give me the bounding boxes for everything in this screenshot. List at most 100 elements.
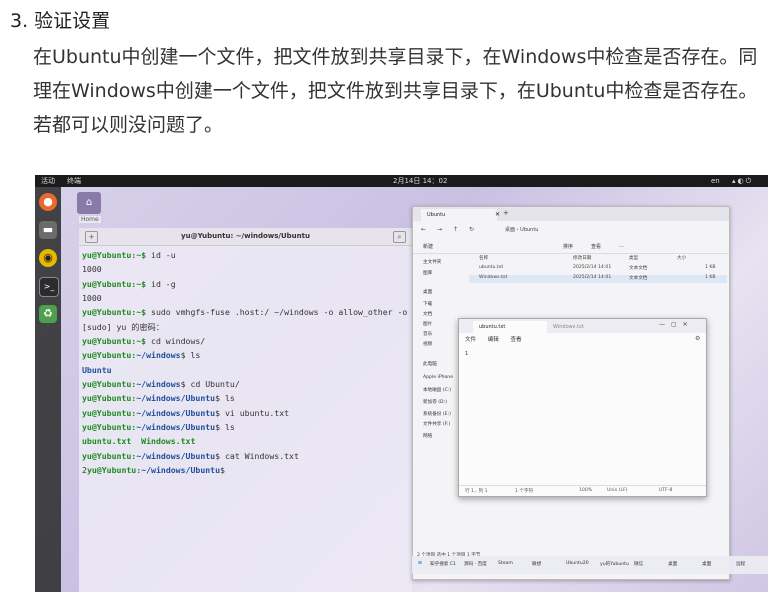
sidebar-item[interactable]: Apple iPhone bbox=[423, 375, 453, 380]
col-size[interactable]: 大小 bbox=[677, 255, 686, 261]
terminal-icon[interactable]: >_ bbox=[39, 277, 59, 297]
sidebar-item[interactable]: 本地磁盘 (C:) bbox=[423, 387, 451, 393]
terminal-window[interactable]: + yu@Yubuntu: ~/windows/Ubuntu ⌕ yu@Yubu… bbox=[79, 228, 412, 592]
terminal-segment: ~/windows/Ubuntu bbox=[136, 393, 216, 404]
notepad-window[interactable]: ubuntu.txt Windows.txt —▢✕ 文件 编辑 查看 ⚙ 1 … bbox=[458, 318, 707, 497]
taskbar-item[interactable]: 知乎搜索 C1 bbox=[430, 561, 456, 567]
sidebar-item[interactable]: 系统备份 (E:) bbox=[423, 411, 451, 417]
taskbar-item[interactable]: 桌面 bbox=[702, 561, 711, 567]
terminal-line: yu@Yubuntu:~$ id -u bbox=[82, 248, 412, 262]
view-button[interactable]: 查看 bbox=[591, 243, 601, 250]
notepad-tab[interactable]: Windows.txt bbox=[553, 321, 584, 333]
refresh-icon[interactable]: ↻ bbox=[469, 226, 474, 233]
system-tray-icons[interactable]: ▴◐⏻ bbox=[732, 175, 753, 187]
taskbar-item[interactable]: Ubuntu20 bbox=[566, 561, 589, 566]
explorer-nav: ← → ↑ ↻ 桌面 › Ubuntu bbox=[413, 223, 729, 237]
step-title: 3. 验证设置 bbox=[10, 10, 111, 32]
rhythmbox-icon[interactable]: ◉ bbox=[39, 249, 57, 267]
terminal-line: Ubuntu bbox=[82, 363, 412, 377]
file-type: 文本文档 bbox=[629, 276, 648, 281]
terminal-line: ubuntu.txt Windows.txt bbox=[82, 434, 412, 448]
taskbar-item[interactable]: 源码 · 百度 bbox=[464, 561, 487, 567]
cursor-position: 行 1，列 1 bbox=[465, 489, 488, 494]
explorer-tab[interactable]: Ubuntu ✕ bbox=[421, 209, 500, 221]
taskbar-item[interactable]: Steam bbox=[498, 561, 513, 566]
explorer-tab-label: Ubuntu bbox=[427, 212, 446, 218]
settings-gear-icon[interactable]: ⚙ bbox=[695, 335, 700, 342]
trash-icon[interactable]: ♻ bbox=[39, 305, 57, 323]
terminal-title: yu@Yubuntu: ~/windows/Ubuntu bbox=[181, 232, 310, 240]
taskbar-item[interactable]: yu的Yubuntu bbox=[600, 561, 629, 567]
start-icon[interactable]: ⊞ bbox=[418, 561, 422, 566]
terminal-segment: $ vi ubuntu.txt bbox=[215, 407, 290, 418]
taskbar-item[interactable]: 远程 bbox=[736, 561, 745, 567]
terminal-segment: ~/windows/Ubuntu bbox=[141, 465, 221, 476]
sidebar-item[interactable]: 音乐 bbox=[423, 331, 432, 337]
col-date[interactable]: 修改日期 bbox=[573, 255, 591, 261]
terminal-segment: ubuntu.txt Windows.txt bbox=[82, 436, 196, 447]
sidebar-item[interactable]: 文件共享 (F:) bbox=[423, 421, 450, 427]
terminal-titlebar[interactable]: + yu@Yubuntu: ~/windows/Ubuntu ⌕ bbox=[79, 228, 412, 246]
col-name[interactable]: 名称 bbox=[479, 255, 488, 261]
file-size: 1 KB bbox=[705, 265, 716, 270]
menu-file[interactable]: 文件 bbox=[465, 337, 476, 343]
col-type[interactable]: 类型 bbox=[629, 255, 638, 261]
terminal-segment: $ ls bbox=[180, 350, 201, 361]
more-button[interactable]: ... bbox=[619, 243, 624, 249]
file-list-header: 名称 修改日期 类型 大小 bbox=[469, 255, 727, 263]
terminal-segment: yu@Yubuntu:~$ bbox=[82, 250, 152, 260]
terminal-segment: $ cat Windows.txt bbox=[215, 450, 299, 461]
notepad-content[interactable]: 1 bbox=[465, 351, 468, 357]
forward-icon[interactable]: → bbox=[437, 226, 442, 233]
terminal-segment: ~/windows bbox=[136, 350, 181, 361]
terminal-segment: id -g bbox=[151, 278, 176, 289]
close-icon[interactable]: ✕ bbox=[495, 209, 500, 221]
notepad-tab-active[interactable]: ubuntu.txt bbox=[473, 321, 547, 333]
sidebar-item[interactable]: 桌面 bbox=[423, 289, 432, 295]
new-button[interactable]: 新建 bbox=[423, 243, 433, 250]
notepad-statusbar: 行 1，列 1 1 个字符 100% Unix (LF) UTF-8 bbox=[459, 485, 706, 497]
add-tab-icon[interactable]: + bbox=[503, 209, 509, 217]
input-language[interactable]: en bbox=[711, 175, 720, 187]
search-icon[interactable]: ⌕ bbox=[393, 231, 406, 243]
taskbar-item[interactable]: 微信 bbox=[634, 561, 643, 567]
activities-button[interactable]: 活动 bbox=[41, 175, 55, 187]
taskbar-item[interactable]: 联想 bbox=[532, 561, 541, 567]
terminal-line: yu@Yubuntu:~/windows$ ls bbox=[82, 348, 412, 362]
sort-button[interactable]: 排序 bbox=[563, 243, 573, 250]
menu-edit[interactable]: 编辑 bbox=[488, 337, 499, 343]
window-controls[interactable]: —▢✕ bbox=[659, 321, 694, 328]
sidebar-item[interactable]: 此电脑 bbox=[423, 361, 437, 367]
terminal-output: yu@Yubuntu:~$ id -u 1000 yu@Yubuntu:~$ id … bbox=[82, 248, 412, 478]
up-icon[interactable]: ↑ bbox=[453, 226, 458, 233]
terminal-segment: yu@Yubuntu: bbox=[82, 379, 137, 390]
sidebar-item[interactable]: 下载 bbox=[423, 301, 432, 307]
address-bar[interactable]: 桌面 › Ubuntu bbox=[505, 226, 538, 233]
terminal-segment: yu@Yubuntu:~$ bbox=[82, 307, 152, 318]
sidebar-item[interactable]: 网络 bbox=[423, 433, 432, 439]
clock[interactable]: 2月14日 14：02 bbox=[393, 175, 447, 187]
sidebar-item[interactable]: 新加卷 (D:) bbox=[423, 399, 447, 405]
terminal-segment: ~/windows/Ubuntu bbox=[136, 422, 216, 433]
zoom-level: 100% bbox=[579, 488, 593, 493]
sidebar-item[interactable]: 主文件夹 bbox=[423, 259, 441, 265]
terminal-segment: 1000 bbox=[82, 264, 102, 275]
file-row[interactable]: Windows.txt 2025/2/14 14:01 文本文档 1 KB bbox=[469, 275, 727, 283]
home-folder-icon[interactable]: ⌂ bbox=[77, 192, 101, 214]
terminal-segment: 1000 bbox=[82, 293, 102, 304]
screenshot-image: 活动 终端 2月14日 14：02 en ▴◐⏻ ● ▬ ◉ >_ ♻ ⌂ Ho… bbox=[35, 175, 768, 592]
app-menu[interactable]: 终端 bbox=[67, 175, 81, 187]
sidebar-item[interactable]: 文档 bbox=[423, 311, 432, 317]
file-row[interactable]: ubuntu.txt 2025/2/14 14:01 文本文档 1 KB bbox=[469, 265, 727, 273]
sidebar-item[interactable]: 图库 bbox=[423, 270, 432, 276]
file-name: ubuntu.txt bbox=[479, 265, 504, 270]
terminal-line: 2yu@Yubuntu:~/windows/Ubuntu$ bbox=[82, 463, 412, 477]
sidebar-item[interactable]: 图片 bbox=[423, 321, 432, 327]
explorer-tabbar: Ubuntu ✕ + bbox=[413, 207, 729, 221]
files-icon[interactable]: ▬ bbox=[39, 221, 57, 239]
menu-view[interactable]: 查看 bbox=[511, 337, 522, 343]
sidebar-item[interactable]: 视频 bbox=[423, 341, 432, 347]
taskbar-item[interactable]: 桌面 bbox=[668, 561, 677, 567]
back-icon[interactable]: ← bbox=[421, 226, 426, 233]
firefox-icon[interactable]: ● bbox=[39, 193, 57, 211]
